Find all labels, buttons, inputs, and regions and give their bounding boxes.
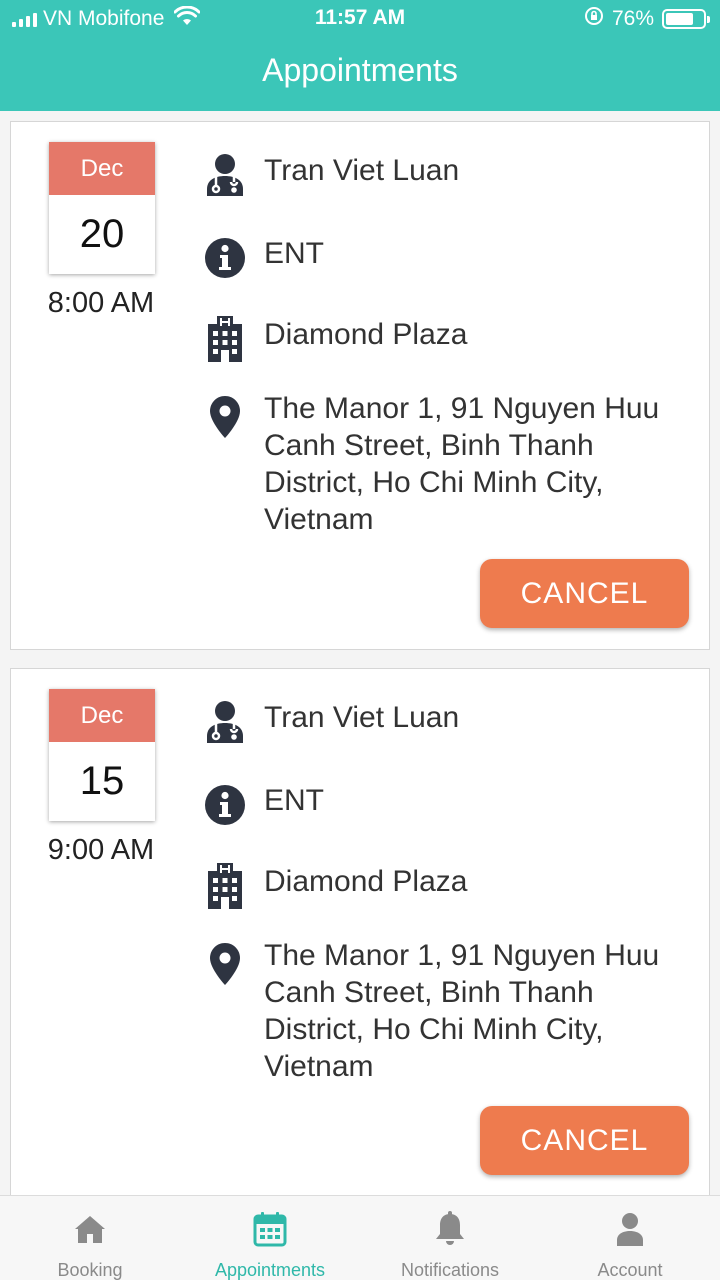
date-day: 15: [79, 759, 125, 803]
department-name: ENT: [264, 237, 324, 270]
tab-booking[interactable]: Booking: [0, 1196, 180, 1280]
home-icon: [74, 1210, 106, 1248]
user-icon: [615, 1210, 645, 1248]
tab-label: Account: [597, 1260, 663, 1280]
cancel-button[interactable]: CANCEL: [480, 1106, 689, 1175]
battery-icon: [662, 9, 710, 29]
date-month: Dec: [49, 142, 155, 195]
hospital-name: Diamond Plaza: [264, 318, 468, 351]
orientation-lock-icon: [584, 6, 604, 32]
address-row: The Manor 1, 91 Nguyen Huu Canh Street, …: [204, 937, 694, 1085]
department-row: ENT: [204, 782, 324, 828]
tab-notifications[interactable]: Notifications: [360, 1196, 540, 1280]
cancel-button[interactable]: CANCEL: [480, 559, 689, 628]
address-row: The Manor 1, 91 Nguyen Huu Canh Street, …: [204, 390, 694, 538]
hospital-icon: [204, 316, 246, 362]
date-day: 20: [79, 212, 125, 256]
address-text: The Manor 1, 91 Nguyen Huu Canh Street, …: [264, 939, 660, 1083]
doctor-icon: [204, 699, 246, 745]
department-name: ENT: [264, 784, 324, 817]
hospital-name: Diamond Plaza: [264, 865, 468, 898]
tab-label: Booking: [57, 1260, 123, 1280]
department-row: ENT: [204, 235, 324, 281]
tab-account[interactable]: Account: [540, 1196, 720, 1280]
hospital-icon: [204, 863, 246, 909]
battery-percent: 76%: [611, 7, 654, 30]
info-icon: [204, 235, 246, 281]
calendar-icon: [253, 1210, 287, 1248]
date-month: Dec: [49, 689, 155, 742]
map-pin-icon: [204, 941, 246, 987]
tab-bar: Booking Appointments Notifications Accou…: [0, 1195, 720, 1280]
app-header: VN Mobifone 11:57 AM 76% Appointments: [0, 0, 720, 111]
appointment-card[interactable]: Dec 20 8:00 AM Tran Viet Luan ENT Diamon…: [10, 121, 710, 650]
appointment-time: 9:00 AM: [47, 834, 155, 866]
doctor-icon: [204, 152, 246, 198]
status-bar: VN Mobifone 11:57 AM 76%: [0, 0, 720, 36]
appointment-card[interactable]: Dec 15 9:00 AM Tran Viet Luan ENT Diamon…: [10, 668, 710, 1195]
hospital-row: Diamond Plaza: [204, 316, 467, 362]
doctor-row: Tran Viet Luan: [204, 152, 459, 198]
page-title: Appointments: [262, 52, 458, 88]
appointment-list[interactable]: Dec 20 8:00 AM Tran Viet Luan ENT Diamon…: [0, 111, 720, 1195]
doctor-name: Tran Viet Luan: [264, 154, 460, 187]
address-text: The Manor 1, 91 Nguyen Huu Canh Street, …: [264, 392, 660, 536]
bell-icon: [434, 1210, 466, 1248]
doctor-row: Tran Viet Luan: [204, 699, 459, 745]
tab-appointments[interactable]: Appointments: [180, 1196, 360, 1280]
doctor-name: Tran Viet Luan: [264, 701, 460, 734]
hospital-row: Diamond Plaza: [204, 863, 467, 909]
date-badge: Dec 20: [49, 142, 155, 274]
date-badge: Dec 15: [49, 689, 155, 821]
map-pin-icon: [204, 394, 246, 440]
info-icon: [204, 782, 246, 828]
tab-label: Appointments: [214, 1260, 326, 1280]
tab-label: Notifications: [400, 1260, 500, 1280]
battery-fill: [666, 13, 694, 25]
status-right: 76%: [584, 6, 710, 32]
appointment-time: 8:00 AM: [47, 287, 155, 319]
